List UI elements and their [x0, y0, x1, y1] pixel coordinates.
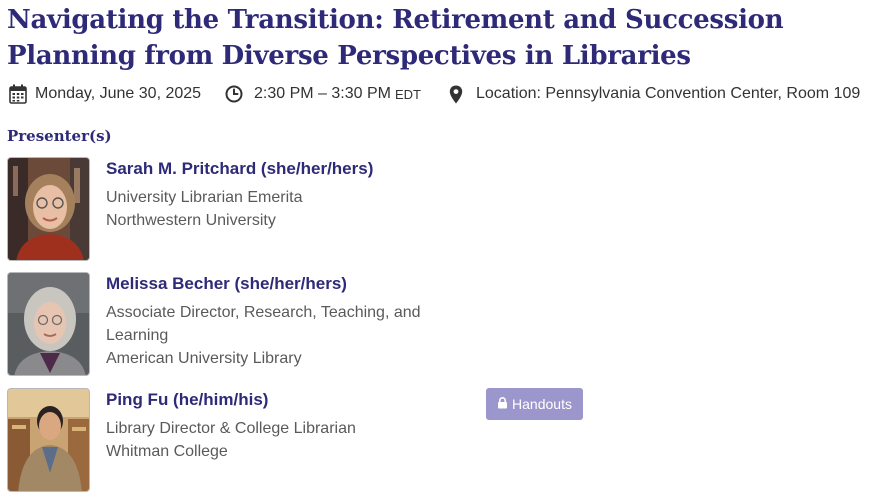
session-title: Navigating the Transition: Retirement an…	[7, 5, 784, 71]
presenter-title: University Librarian Emerita	[106, 189, 303, 206]
presenter-title: Library Director & College Librarian	[106, 420, 356, 437]
presenter-card: Sarah M. Pritchard (she/her/hers) Univer…	[7, 157, 707, 263]
session-meta: Monday, June 30, 2025 2:30 PM – 3:30 PM …	[0, 82, 890, 106]
session-location: Location: Pennsylvania Convention Center…	[476, 85, 861, 102]
presenter-info: Ping Fu (he/him/his) Library Director & …	[106, 390, 356, 463]
presenter-photo	[7, 388, 90, 492]
map-pin-icon	[449, 85, 463, 104]
time-item: 2:30 PM – 3:30 PM EDT	[225, 82, 421, 106]
session-time: 2:30 PM – 3:30 PM	[254, 85, 391, 102]
presenter-name: Ping Fu (he/him/his)	[106, 390, 269, 409]
presenter-card: Melissa Becher (she/her/hers) Associate …	[7, 272, 707, 378]
handouts-label: Handouts	[512, 396, 572, 412]
presenter-institution: Whitman College	[106, 443, 228, 460]
presenters-heading: Presenter(s)	[7, 127, 112, 145]
session-timezone: EDT	[394, 86, 421, 102]
presenter-photo	[7, 272, 90, 376]
presenter-name: Sarah M. Pritchard (she/her/hers)	[106, 159, 374, 178]
presenter-institution: American University Library	[106, 350, 302, 367]
handouts-button[interactable]: Handouts	[486, 388, 583, 420]
date-item: Monday, June 30, 2025	[9, 82, 201, 106]
presenter-institution: Northwestern University	[106, 212, 276, 229]
presenter-card: Ping Fu (he/him/his) Library Director & …	[7, 388, 707, 494]
calendar-icon	[9, 84, 27, 104]
lock-icon	[497, 396, 512, 412]
presenter-info: Melissa Becher (she/her/hers) Associate …	[106, 274, 421, 370]
session-date: Monday, June 30, 2025	[35, 85, 202, 102]
presenter-title-continued: Learning	[106, 327, 169, 344]
presenter-info: Sarah M. Pritchard (she/her/hers) Univer…	[106, 159, 373, 232]
presenter-name: Melissa Becher (she/her/hers)	[106, 274, 347, 293]
location-item: Location: Pennsylvania Convention Center…	[449, 82, 860, 106]
presenter-title: Associate Director, Research, Teaching, …	[106, 304, 421, 321]
clock-icon	[225, 85, 243, 103]
presenter-photo	[7, 157, 90, 261]
